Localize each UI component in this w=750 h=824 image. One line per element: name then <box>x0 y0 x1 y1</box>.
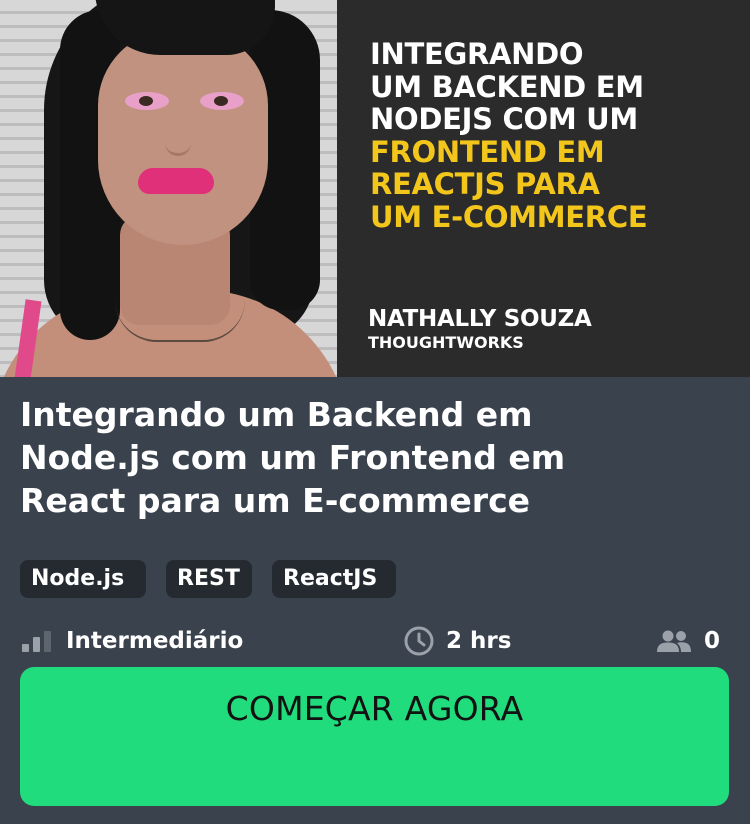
level-info: Intermediário <box>22 620 243 662</box>
course-title-line: Integrando um Backend em <box>20 395 533 434</box>
course-banner: INTEGRANDO UM BACKEND EM NODEJS COM UM F… <box>0 0 750 377</box>
start-now-label: COMEÇAR AGORA <box>225 689 524 728</box>
signal-bars-icon <box>22 630 54 652</box>
tag-nodejs[interactable]: Node.js <box>20 560 146 598</box>
course-meta: Intermediário 2 hrs 0 <box>0 620 750 662</box>
speaker-photo <box>0 0 337 377</box>
clock-icon <box>404 626 434 656</box>
banner-headline-line: INTEGRANDO <box>370 37 584 71</box>
students-info: 0 <box>656 620 720 662</box>
start-now-button[interactable]: COMEÇAR AGORA <box>20 667 729 806</box>
students-count: 0 <box>704 628 721 654</box>
banner-headline: INTEGRANDO UM BACKEND EM NODEJS COM UM F… <box>370 37 648 234</box>
course-title-line: Node.js com um Frontend em <box>20 438 566 477</box>
duration-text: 2 hrs <box>446 628 512 654</box>
people-icon <box>657 630 691 652</box>
speaker-company: THOUGHTWORKS <box>368 333 524 352</box>
course-title[interactable]: Integrando um Backend em Node.js com um … <box>20 393 720 522</box>
banner-headline-line: UM E-COMMERCE <box>370 199 648 234</box>
banner-headline-line: NODEJS COM UM <box>370 102 638 136</box>
level-text: Intermediário <box>66 628 244 654</box>
course-title-line: React para um E-commerce <box>20 481 531 520</box>
duration-info: 2 hrs <box>404 620 511 662</box>
tag-rest[interactable]: REST <box>166 560 252 598</box>
tag-reactjs[interactable]: ReactJS <box>272 560 396 598</box>
course-card[interactable]: INTEGRANDO UM BACKEND EM NODEJS COM UM F… <box>0 0 750 824</box>
speaker-name: NATHALLY SOUZA <box>368 306 592 332</box>
banner-headline-line: UM BACKEND EM <box>370 69 644 104</box>
banner-headline-line: REACTJS PARA <box>370 167 600 201</box>
banner-headline-line: FRONTEND EM <box>370 134 605 169</box>
